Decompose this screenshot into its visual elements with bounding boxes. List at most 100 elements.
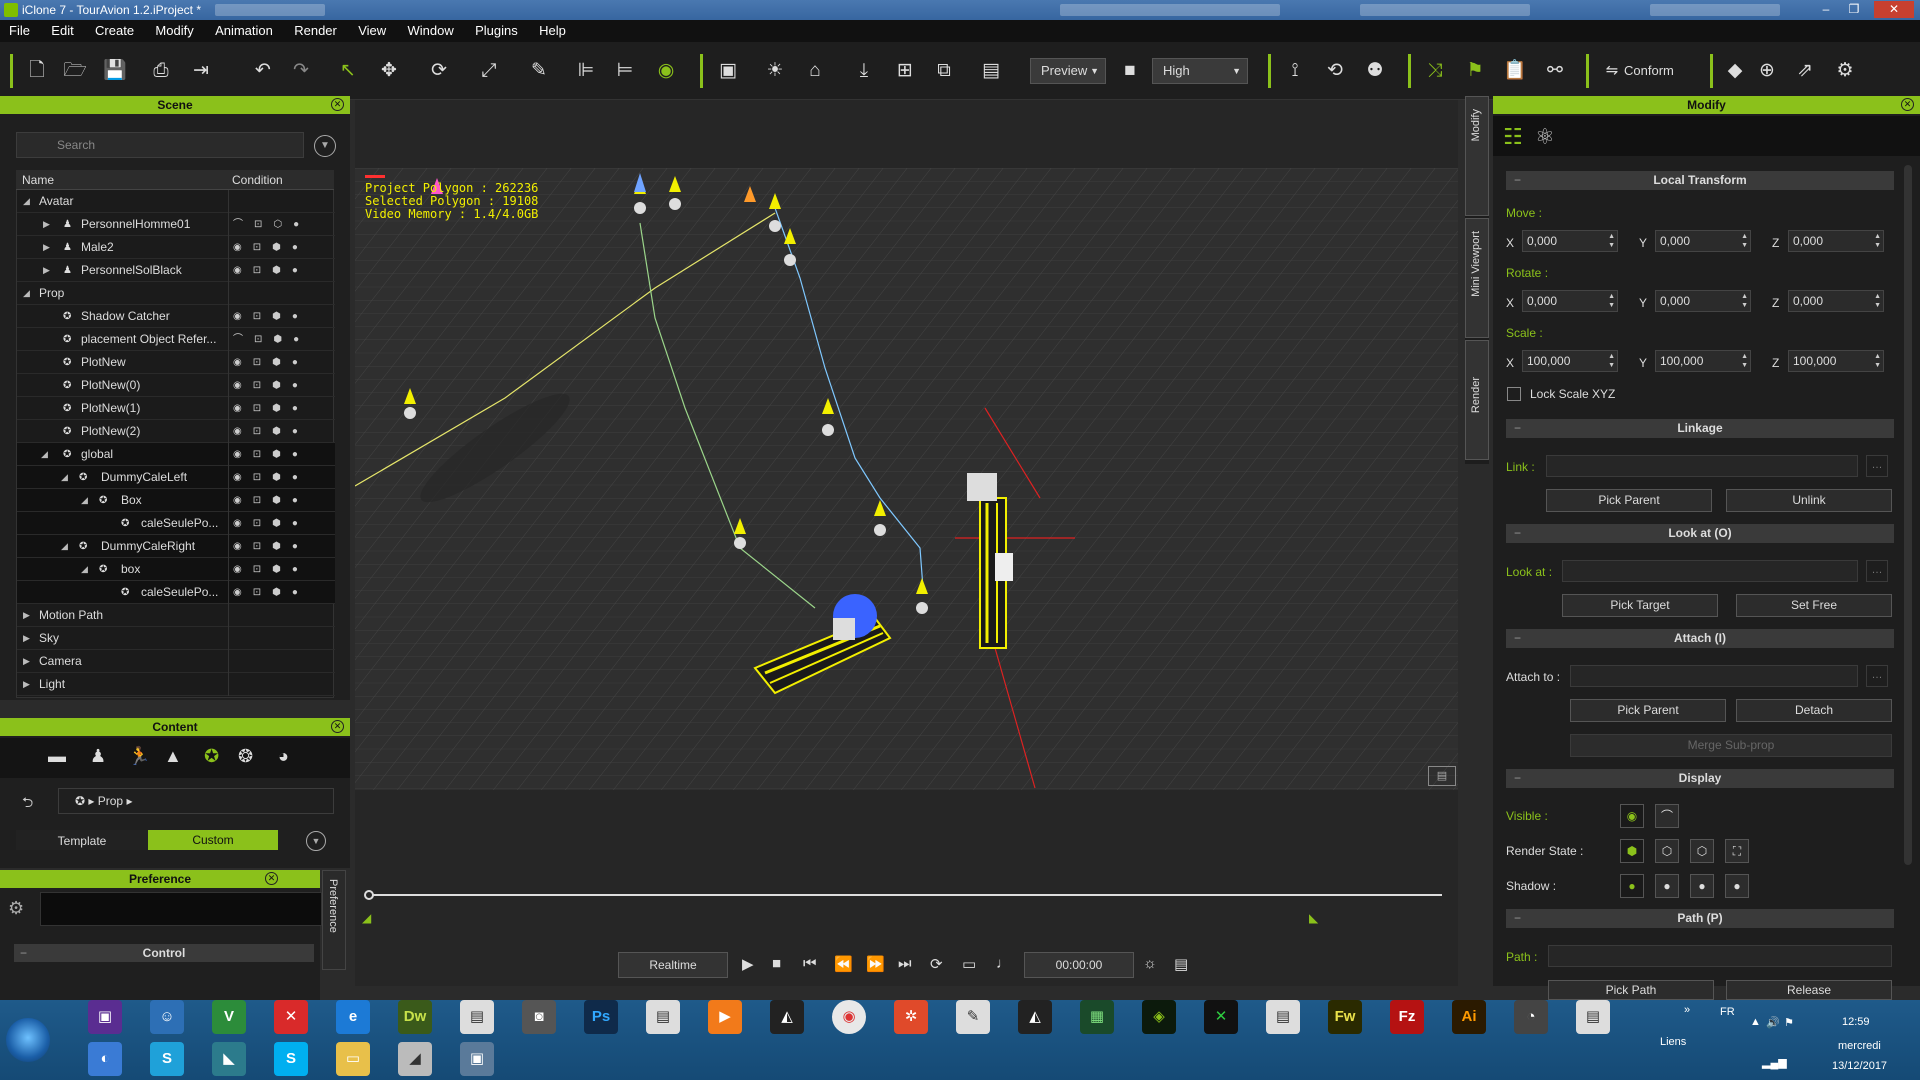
- viewport-menu-icon[interactable]: ▤: [1428, 766, 1456, 786]
- tree-row[interactable]: ▶ ♟ PersonnelSolBlack ◉⊡⬢●: [17, 259, 335, 282]
- tree-row[interactable]: ✪ PlotNew(1) ◉⊡⬢●: [17, 397, 335, 420]
- document-icon[interactable]: ▤: [1266, 1000, 1300, 1034]
- light-icon[interactable]: ☀: [760, 56, 790, 86]
- flag-icon[interactable]: ⚑: [1460, 56, 1490, 86]
- condition-icons[interactable]: ◉⊡⬢●: [233, 351, 309, 374]
- snap-icon[interactable]: ✎: [524, 56, 554, 86]
- control-section-header[interactable]: − Control: [14, 944, 314, 962]
- shadow-receive-icon[interactable]: ●: [1690, 874, 1714, 898]
- physics-atom-icon[interactable]: ⚛: [1535, 124, 1555, 150]
- flag-icon[interactable]: ⚑: [1784, 1016, 1794, 1029]
- render-box-icon[interactable]: ⛶: [1725, 839, 1749, 863]
- unity-icon[interactable]: ◭: [770, 1000, 804, 1034]
- clock-time[interactable]: 12:59: [1842, 1016, 1870, 1028]
- dreamweaver-icon[interactable]: Dw: [398, 1000, 432, 1034]
- document-icon[interactable]: ▤: [646, 1000, 680, 1034]
- monitor-icon[interactable]: ▣: [460, 1042, 494, 1076]
- column-condition[interactable]: Condition: [232, 173, 283, 187]
- condition-icons[interactable]: ◉⊡⬢●: [233, 512, 309, 535]
- maximize-button[interactable]: ❐: [1842, 1, 1866, 18]
- attach-pick-parent-button[interactable]: Pick Parent: [1570, 699, 1726, 722]
- tree-row[interactable]: ◢ Avatar: [17, 190, 335, 213]
- tree-row[interactable]: ▶ Camera: [17, 650, 335, 673]
- zoom-icon[interactable]: ⊕: [1752, 56, 1782, 86]
- playback-mode-button[interactable]: Realtime: [618, 952, 728, 978]
- document-icon[interactable]: ▤: [1576, 1000, 1610, 1034]
- vfm-icon[interactable]: V: [212, 1000, 246, 1034]
- expand-arrow-icon[interactable]: »: [1684, 1004, 1690, 1016]
- condition-icons[interactable]: ◉⊡⬢●: [233, 397, 309, 420]
- conform-icon[interactable]: ⇋: [1600, 56, 1624, 86]
- pick-path-button[interactable]: Pick Path: [1548, 980, 1714, 1000]
- 3d-viewport[interactable]: [355, 168, 1458, 790]
- condition-icons[interactable]: ◉⊡⬢●: [233, 259, 309, 282]
- timecode-display[interactable]: 00:00:00: [1024, 952, 1134, 978]
- film-reel-icon[interactable]: ❂: [238, 746, 253, 767]
- tree-row[interactable]: ▶ Sky: [17, 627, 335, 650]
- file-explorer-icon[interactable]: ▭: [336, 1042, 370, 1076]
- timeline-track[interactable]: [368, 894, 1442, 896]
- link-browse-button[interactable]: …: [1866, 455, 1888, 477]
- skype-icon[interactable]: S: [150, 1042, 184, 1076]
- visible-eye-icon[interactable]: ◉: [1620, 804, 1644, 828]
- collapse-icon[interactable]: −: [20, 944, 27, 962]
- close-icon[interactable]: ✕: [331, 720, 344, 733]
- tree-row[interactable]: ◢ ✪ DummyCaleRight ◉⊡⬢●: [17, 535, 335, 558]
- rotate-z-field[interactable]: 0,000: [1788, 290, 1884, 312]
- move-y-field[interactable]: 0,000: [1655, 230, 1751, 252]
- vs-icon[interactable]: ▣: [88, 1000, 122, 1034]
- timeline-scrubber[interactable]: [364, 890, 374, 900]
- play-icon[interactable]: ▶: [742, 955, 754, 973]
- section-linkage[interactable]: − Linkage: [1506, 419, 1894, 438]
- motion-icon[interactable]: ⟲: [1320, 56, 1350, 86]
- close-icon[interactable]: ✕: [1901, 98, 1914, 111]
- collapse-arrow-icon[interactable]: ◢: [81, 558, 88, 581]
- menu-create[interactable]: Create: [86, 20, 143, 42]
- menu-help[interactable]: Help: [530, 20, 575, 42]
- link-icon[interactable]: ⚯: [1540, 56, 1570, 86]
- xsplit-icon[interactable]: ✕: [1204, 1000, 1238, 1034]
- shadow-cast-receive-icon[interactable]: ●: [1620, 874, 1644, 898]
- attach-browse-button[interactable]: …: [1866, 665, 1888, 687]
- actor-icon[interactable]: ♟: [90, 746, 106, 767]
- expand-arrow-icon[interactable]: ▶: [43, 259, 50, 282]
- select-arrow-icon[interactable]: ↖: [333, 56, 363, 86]
- group-icon[interactable]: ⧉: [929, 56, 959, 86]
- attach-to-field[interactable]: [1570, 665, 1858, 687]
- modify-scrollbar[interactable]: [1904, 165, 1912, 865]
- windows-start-icon[interactable]: [6, 1018, 50, 1062]
- section-look-at[interactable]: − Look at (O): [1506, 524, 1894, 543]
- range-end-marker[interactable]: ◣: [1309, 911, 1318, 925]
- scale-y-field[interactable]: 100,000: [1655, 350, 1751, 372]
- rotate-y-field[interactable]: 0,000: [1655, 290, 1751, 312]
- app-icon[interactable]: ✲: [894, 1000, 928, 1034]
- fit-icon[interactable]: ⊞: [890, 56, 920, 86]
- fast-forward-icon[interactable]: ⏩: [866, 955, 885, 973]
- search-input[interactable]: Search: [16, 132, 304, 158]
- menu-file[interactable]: File: [0, 20, 39, 42]
- condition-icons[interactable]: ◉⊡⬢●: [233, 581, 309, 604]
- illustrator-icon[interactable]: Ai: [1452, 1000, 1486, 1034]
- loop-icon[interactable]: ⟳: [930, 955, 943, 973]
- puppet-icon[interactable]: ⚉: [1360, 56, 1390, 86]
- set-free-button[interactable]: Set Free: [1736, 594, 1892, 617]
- render-solid-icon[interactable]: ⬢: [1620, 839, 1644, 863]
- close-icon[interactable]: ✕: [265, 872, 278, 885]
- gears-icon[interactable]: ⚙: [8, 898, 24, 919]
- collapse-arrow-icon[interactable]: ◢: [81, 489, 88, 512]
- path-icon[interactable]: ⤨: [1420, 56, 1450, 86]
- iclone-taskbar-icon[interactable]: ◈: [1142, 1000, 1176, 1034]
- section-display[interactable]: − Display: [1506, 769, 1894, 788]
- diamond-icon[interactable]: ◆: [1720, 56, 1750, 86]
- look-at-browse-button[interactable]: …: [1866, 560, 1888, 582]
- menu-plugins[interactable]: Plugins: [466, 20, 527, 42]
- close-icon[interactable]: ✕: [331, 98, 344, 111]
- expand-arrow-icon[interactable]: ▶: [43, 236, 50, 259]
- tree-row[interactable]: ✪ caleSeulePo... ◉⊡⬢●: [17, 512, 335, 535]
- collapse-arrow-icon[interactable]: ◢: [23, 190, 30, 213]
- menu-edit[interactable]: Edit: [42, 20, 82, 42]
- tree-row[interactable]: ▶ Motion Path: [17, 604, 335, 627]
- scale-z-field[interactable]: 100,000: [1788, 350, 1884, 372]
- media-player-icon[interactable]: ▶: [708, 1000, 742, 1034]
- scale-x-field[interactable]: 100,000: [1522, 350, 1618, 372]
